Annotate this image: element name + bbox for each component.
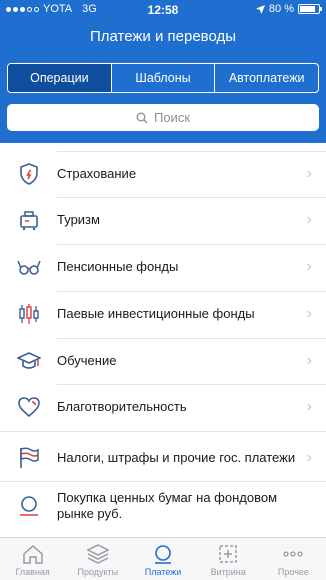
list-item-taxes-fines[interactable]: Налоги, штрафы и прочие гос. платежи › [0,437,326,479]
list-item-label: Налоги, штрафы и прочие гос. платежи [57,450,296,465]
candlestick-icon [16,301,42,327]
tab-label: Витрина [210,567,246,577]
list-item-label: Благотворительность [57,399,187,414]
battery-percent: 80 % [268,3,294,15]
list-item-mutual-funds[interactable]: Паевые инвестиционные фонды › [0,297,326,331]
tab-home[interactable]: Главная [0,538,65,580]
operations-list: Страхование › Туризм › Пенсионные фонды … [0,143,326,537]
chevron-right-icon: › [306,165,312,182]
list-item-insurance[interactable]: Страхование › [0,157,326,191]
chevron-right-icon: › [306,258,312,275]
segment-operations[interactable]: Операции [8,64,112,92]
tab-products[interactable]: Продукты [65,538,130,580]
heart-icon [16,394,42,420]
home-icon [22,544,43,564]
chevron-right-icon: › [306,305,312,322]
more-icon [283,551,304,557]
tab-more[interactable]: Прочее [261,538,326,580]
list-item-label: Покупка ценных бумаг на фондовом рынке р… [57,490,278,521]
glasses-icon [16,254,42,280]
list-item-tourism[interactable]: Туризм › [0,203,326,237]
list-item-charity[interactable]: Благотворительность › [0,390,326,424]
list-item-pension-funds[interactable]: Пенсионные фонды › [0,250,326,284]
search-placeholder: Поиск [153,110,191,125]
tab-showcase[interactable]: Витрина [196,538,261,580]
showcase-icon [219,545,237,563]
segmented-control: Операции Шаблоны Автоплатежи [7,63,319,93]
status-bar: YOTA 3G 12:58 80 % [0,0,326,20]
chevron-right-icon: › [306,449,312,466]
list-divider [57,244,326,245]
list-item-label: Пенсионные фонды [57,259,179,274]
location-arrow-icon [255,4,265,14]
search-icon [136,112,148,123]
bottom-tab-bar: Главная Продукты Платежи Витрина Прочее [0,537,326,580]
list-item-label: Туризм [57,212,100,227]
list-divider [57,338,326,339]
tab-label: Прочее [277,567,309,577]
list-divider [0,431,326,432]
status-right: 80 % [255,3,322,15]
header-bar: YOTA 3G 12:58 80 % Платежи и переводы Оп… [0,0,326,155]
payments-icon [155,545,171,564]
list-divider [57,197,326,198]
battery-icon [298,4,322,14]
segment-templates[interactable]: Шаблоны [112,64,216,92]
shield-icon [16,161,42,187]
tab-label: Продукты [77,567,119,577]
list-divider [57,151,326,152]
chevron-right-icon: › [306,352,312,369]
segment-autopayments[interactable]: Автоплатежи [215,64,318,92]
chevron-right-icon: › [306,211,312,228]
list-divider [57,291,326,292]
tab-label: Платежи [144,567,182,577]
flag-icon [16,445,42,471]
suitcase-icon [16,207,42,233]
list-item-education[interactable]: Обучение › [0,344,326,378]
list-divider [57,384,326,385]
chevron-right-icon: › [306,398,312,415]
tab-payments[interactable]: Платежи [130,538,195,580]
circle-icon [16,493,42,519]
list-item-securities-purchase[interactable]: Покупка ценных бумаг на фондовом рынке р… [0,485,326,527]
search-input[interactable]: Поиск [7,104,319,131]
list-item-label: Паевые инвестиционные фонды [57,306,255,321]
list-item-label: Страхование [57,166,137,181]
list-item-label: Обучение [57,353,117,368]
page-title: Платежи и переводы [89,28,237,45]
graduation-cap-icon [16,348,42,374]
list-divider [0,481,326,482]
tab-label: Главная [15,567,50,577]
layers-icon [86,544,109,564]
